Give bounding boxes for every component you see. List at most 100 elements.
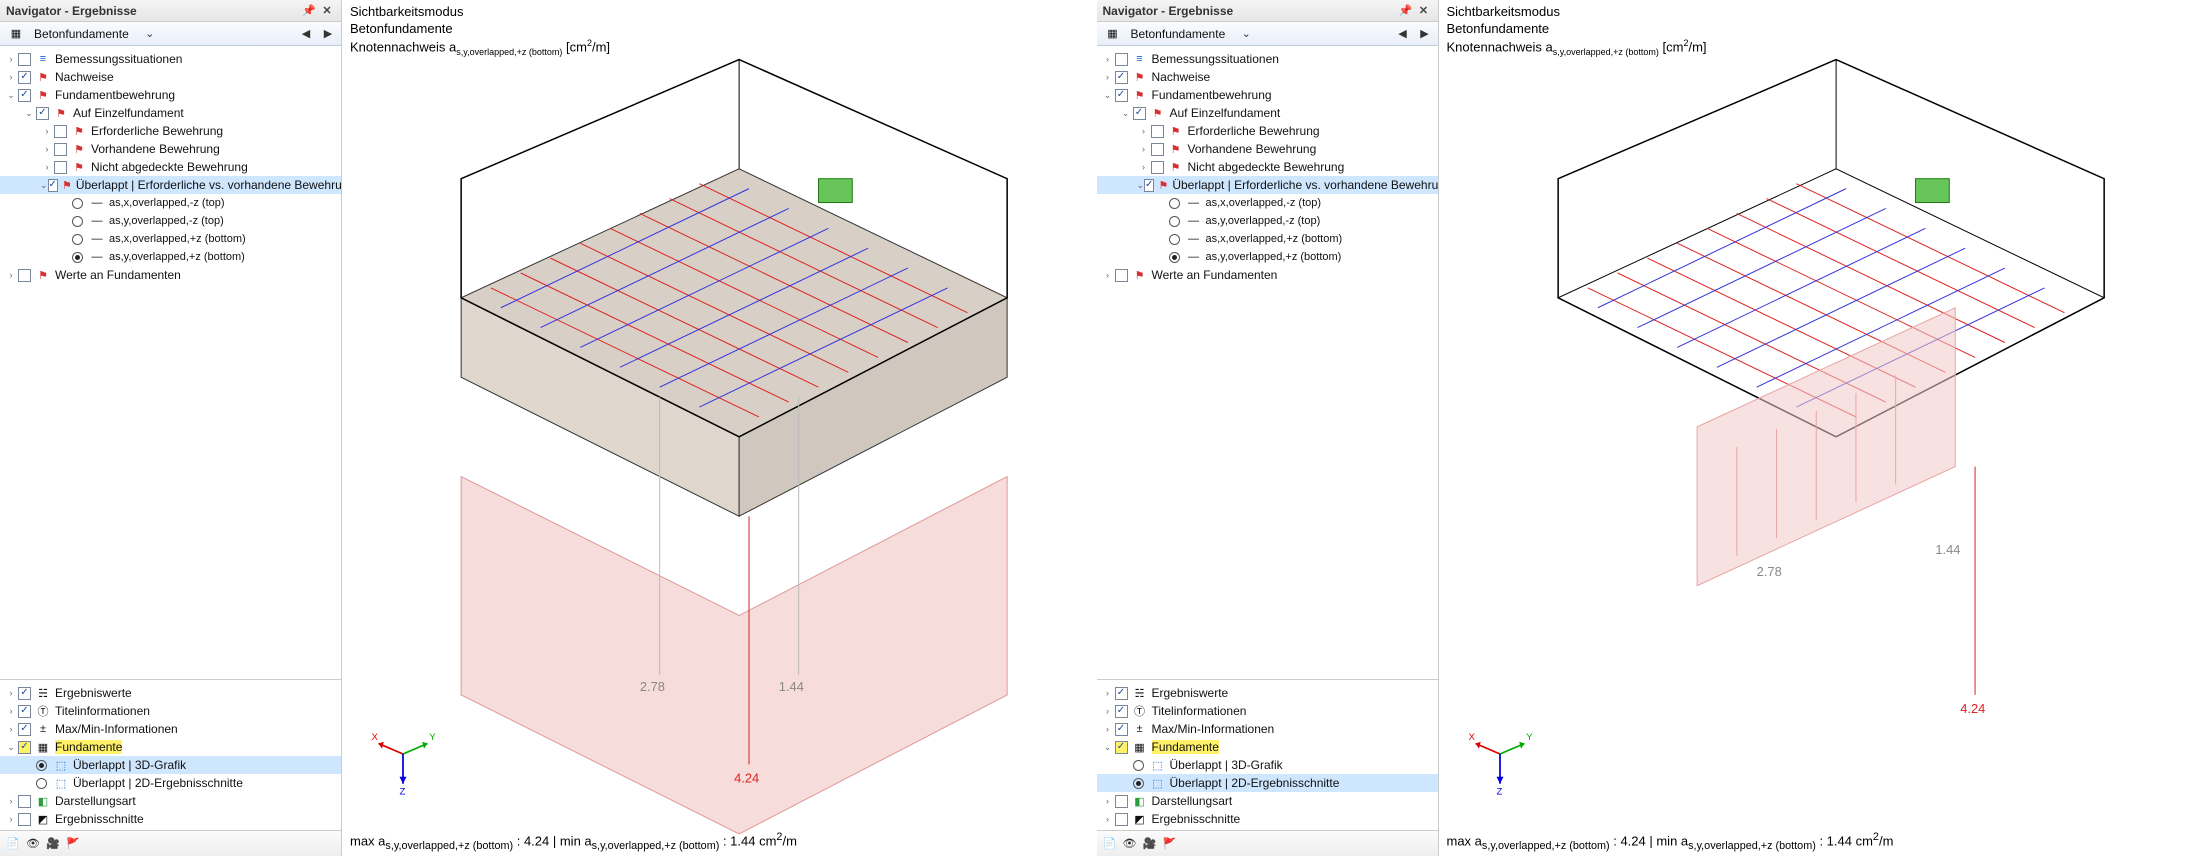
tree-item-erf-bew[interactable]: › ⚑ Erforderliche Bewehrung [0,122,341,140]
radio[interactable] [1169,198,1180,209]
tree-radio-r3[interactable]: — as,x,overlapped,+z (bottom) [0,230,341,248]
radio[interactable] [1133,778,1144,789]
checkbox[interactable] [48,179,58,192]
radio[interactable] [72,216,83,227]
checkbox[interactable] [54,161,67,174]
disp-radio-2d[interactable]: ⬚ Überlappt | 2D-Ergebnisschnitte [1097,774,1438,792]
expand-icon[interactable]: › [1137,142,1151,156]
chevron-down-icon[interactable]: ⌄ [1237,25,1255,43]
prev-button[interactable]: ◀ [297,25,315,43]
checkbox[interactable] [1115,705,1128,718]
disp-radio-3d[interactable]: ⬚ Überlappt | 3D-Grafik [0,756,341,774]
checkbox[interactable] [1115,53,1128,66]
expand-icon[interactable]: › [1101,686,1115,700]
expand-icon[interactable]: › [4,794,18,808]
pin-icon[interactable]: 📌 [1398,3,1414,19]
radio[interactable] [36,778,47,789]
viewport-3d[interactable]: Sichtbarkeitsmodus Betonfundamente Knote… [342,0,1097,856]
collapse-icon[interactable]: ⌄ [1101,88,1115,102]
view-button[interactable]: 👁 [24,835,42,853]
tree-radio-r1[interactable]: — as,x,overlapped,-z (top) [0,194,341,212]
disp-item-titel[interactable]: › Ⓣ Titelinformationen [1097,702,1438,720]
expand-icon[interactable]: › [40,142,54,156]
disp-item-fund[interactable]: ⌄ ▦ Fundamente [1097,738,1438,756]
radio[interactable] [1133,760,1144,771]
radio[interactable] [1169,216,1180,227]
result-button[interactable]: 🚩 [64,835,82,853]
tree-item-vorh-bew[interactable]: › ⚑ Vorhandene Bewehrung [1097,140,1438,158]
checkbox[interactable] [1151,161,1164,174]
disp-item-titel[interactable]: › Ⓣ Titelinformationen [0,702,341,720]
disp-item-darst[interactable]: › ◧ Darstellungsart [0,792,341,810]
expand-icon[interactable]: › [1101,794,1115,808]
radio[interactable] [72,234,83,245]
checkbox[interactable] [18,53,31,66]
checkbox[interactable] [1115,813,1128,826]
tree-item-fundbew[interactable]: ⌄ ⚑ Fundamentbewehrung [1097,86,1438,104]
disp-item-erg[interactable]: › ☵ Ergebniswerte [0,684,341,702]
disp-item-fund[interactable]: ⌄ ▦ Fundamente [0,738,341,756]
checkbox[interactable] [1115,71,1128,84]
disp-radio-3d[interactable]: ⬚ Überlappt | 3D-Grafik [1097,756,1438,774]
tree-item-nicht-abg[interactable]: › ⚑ Nicht abgedeckte Bewehrung [0,158,341,176]
expand-icon[interactable]: › [1137,124,1151,138]
tree-radio-r2[interactable]: — as,y,overlapped,-z (top) [0,212,341,230]
expand-icon[interactable]: › [4,704,18,718]
tree-radio-r1[interactable]: — as,x,overlapped,-z (top) [1097,194,1438,212]
expand-icon[interactable]: › [4,52,18,66]
prev-button[interactable]: ◀ [1394,25,1412,43]
tree-item-vorh-bew[interactable]: › ⚑ Vorhandene Bewehrung [0,140,341,158]
expand-icon[interactable]: › [1137,160,1151,174]
viewport-2d[interactable]: Sichtbarkeitsmodus Betonfundamente Knote… [1439,0,2193,856]
document-button[interactable]: 📄 [4,835,22,853]
checkbox[interactable] [36,107,49,120]
tree-item-bemessung[interactable]: › ≡ Bemessungssituationen [0,50,341,68]
collapse-icon[interactable]: ⌄ [40,178,48,192]
camera-button[interactable]: 🎥 [44,835,62,853]
disp-item-maxmin[interactable]: › ± Max/Min-Informationen [1097,720,1438,738]
checkbox[interactable] [18,89,31,102]
radio[interactable] [72,252,83,263]
tree-item-fundbew[interactable]: ⌄ ⚑ Fundamentbewehrung [0,86,341,104]
collapse-icon[interactable]: ⌄ [1101,740,1115,754]
checkbox[interactable] [1115,795,1128,808]
checkbox[interactable] [18,687,31,700]
pin-icon[interactable]: 📌 [301,3,317,19]
expand-icon[interactable]: › [1101,52,1115,66]
view-button[interactable]: 👁 [1121,835,1139,853]
collapse-icon[interactable]: ⌄ [1137,178,1145,192]
tree-item-werte[interactable]: › ⚑ Werte an Fundamenten [0,266,341,284]
checkbox[interactable] [18,813,31,826]
tree-item-bemessung[interactable]: › ≡ Bemessungssituationen [1097,50,1438,68]
tree-item-auf-einzel[interactable]: ⌄ ⚑ Auf Einzelfundament [1097,104,1438,122]
expand-icon[interactable]: › [1101,268,1115,282]
checkbox[interactable] [1115,269,1128,282]
expand-icon[interactable]: › [1101,70,1115,84]
checkbox[interactable] [54,125,67,138]
result-button[interactable]: 🚩 [1161,835,1179,853]
tree-item-uberlappt[interactable]: ⌄ ⚑ Überlappt | Erforderliche vs. vorhan… [0,176,341,194]
collapse-icon[interactable]: ⌄ [4,740,18,754]
disp-radio-2d[interactable]: ⬚ Überlappt | 2D-Ergebnisschnitte [0,774,341,792]
tree-radio-r4[interactable]: — as,y,overlapped,+z (bottom) [0,248,341,266]
tree-radio-r3[interactable]: — as,x,overlapped,+z (bottom) [1097,230,1438,248]
collapse-icon[interactable]: ⌄ [1119,106,1133,120]
checkbox[interactable] [1144,179,1154,192]
disp-item-maxmin[interactable]: › ± Max/Min-Informationen [0,720,341,738]
document-button[interactable]: 📄 [1101,835,1119,853]
next-button[interactable]: ▶ [319,25,337,43]
category-combo[interactable]: ▦ Betonfundamente ⌄ [4,24,293,44]
checkbox[interactable] [1115,687,1128,700]
tree-item-nachweise[interactable]: › ⚑ Nachweise [1097,68,1438,86]
expand-icon[interactable]: › [1101,722,1115,736]
checkbox[interactable] [1115,89,1128,102]
checkbox[interactable] [18,269,31,282]
expand-icon[interactable]: › [40,124,54,138]
radio[interactable] [36,760,47,771]
checkbox[interactable] [54,143,67,156]
navigator-titlebar[interactable]: Navigator - Ergebnisse 📌 ✕ [0,0,341,22]
radio[interactable] [1169,234,1180,245]
checkbox[interactable] [18,705,31,718]
navigator-titlebar[interactable]: Navigator - Ergebnisse 📌 ✕ [1097,0,1438,22]
expand-icon[interactable]: › [4,268,18,282]
